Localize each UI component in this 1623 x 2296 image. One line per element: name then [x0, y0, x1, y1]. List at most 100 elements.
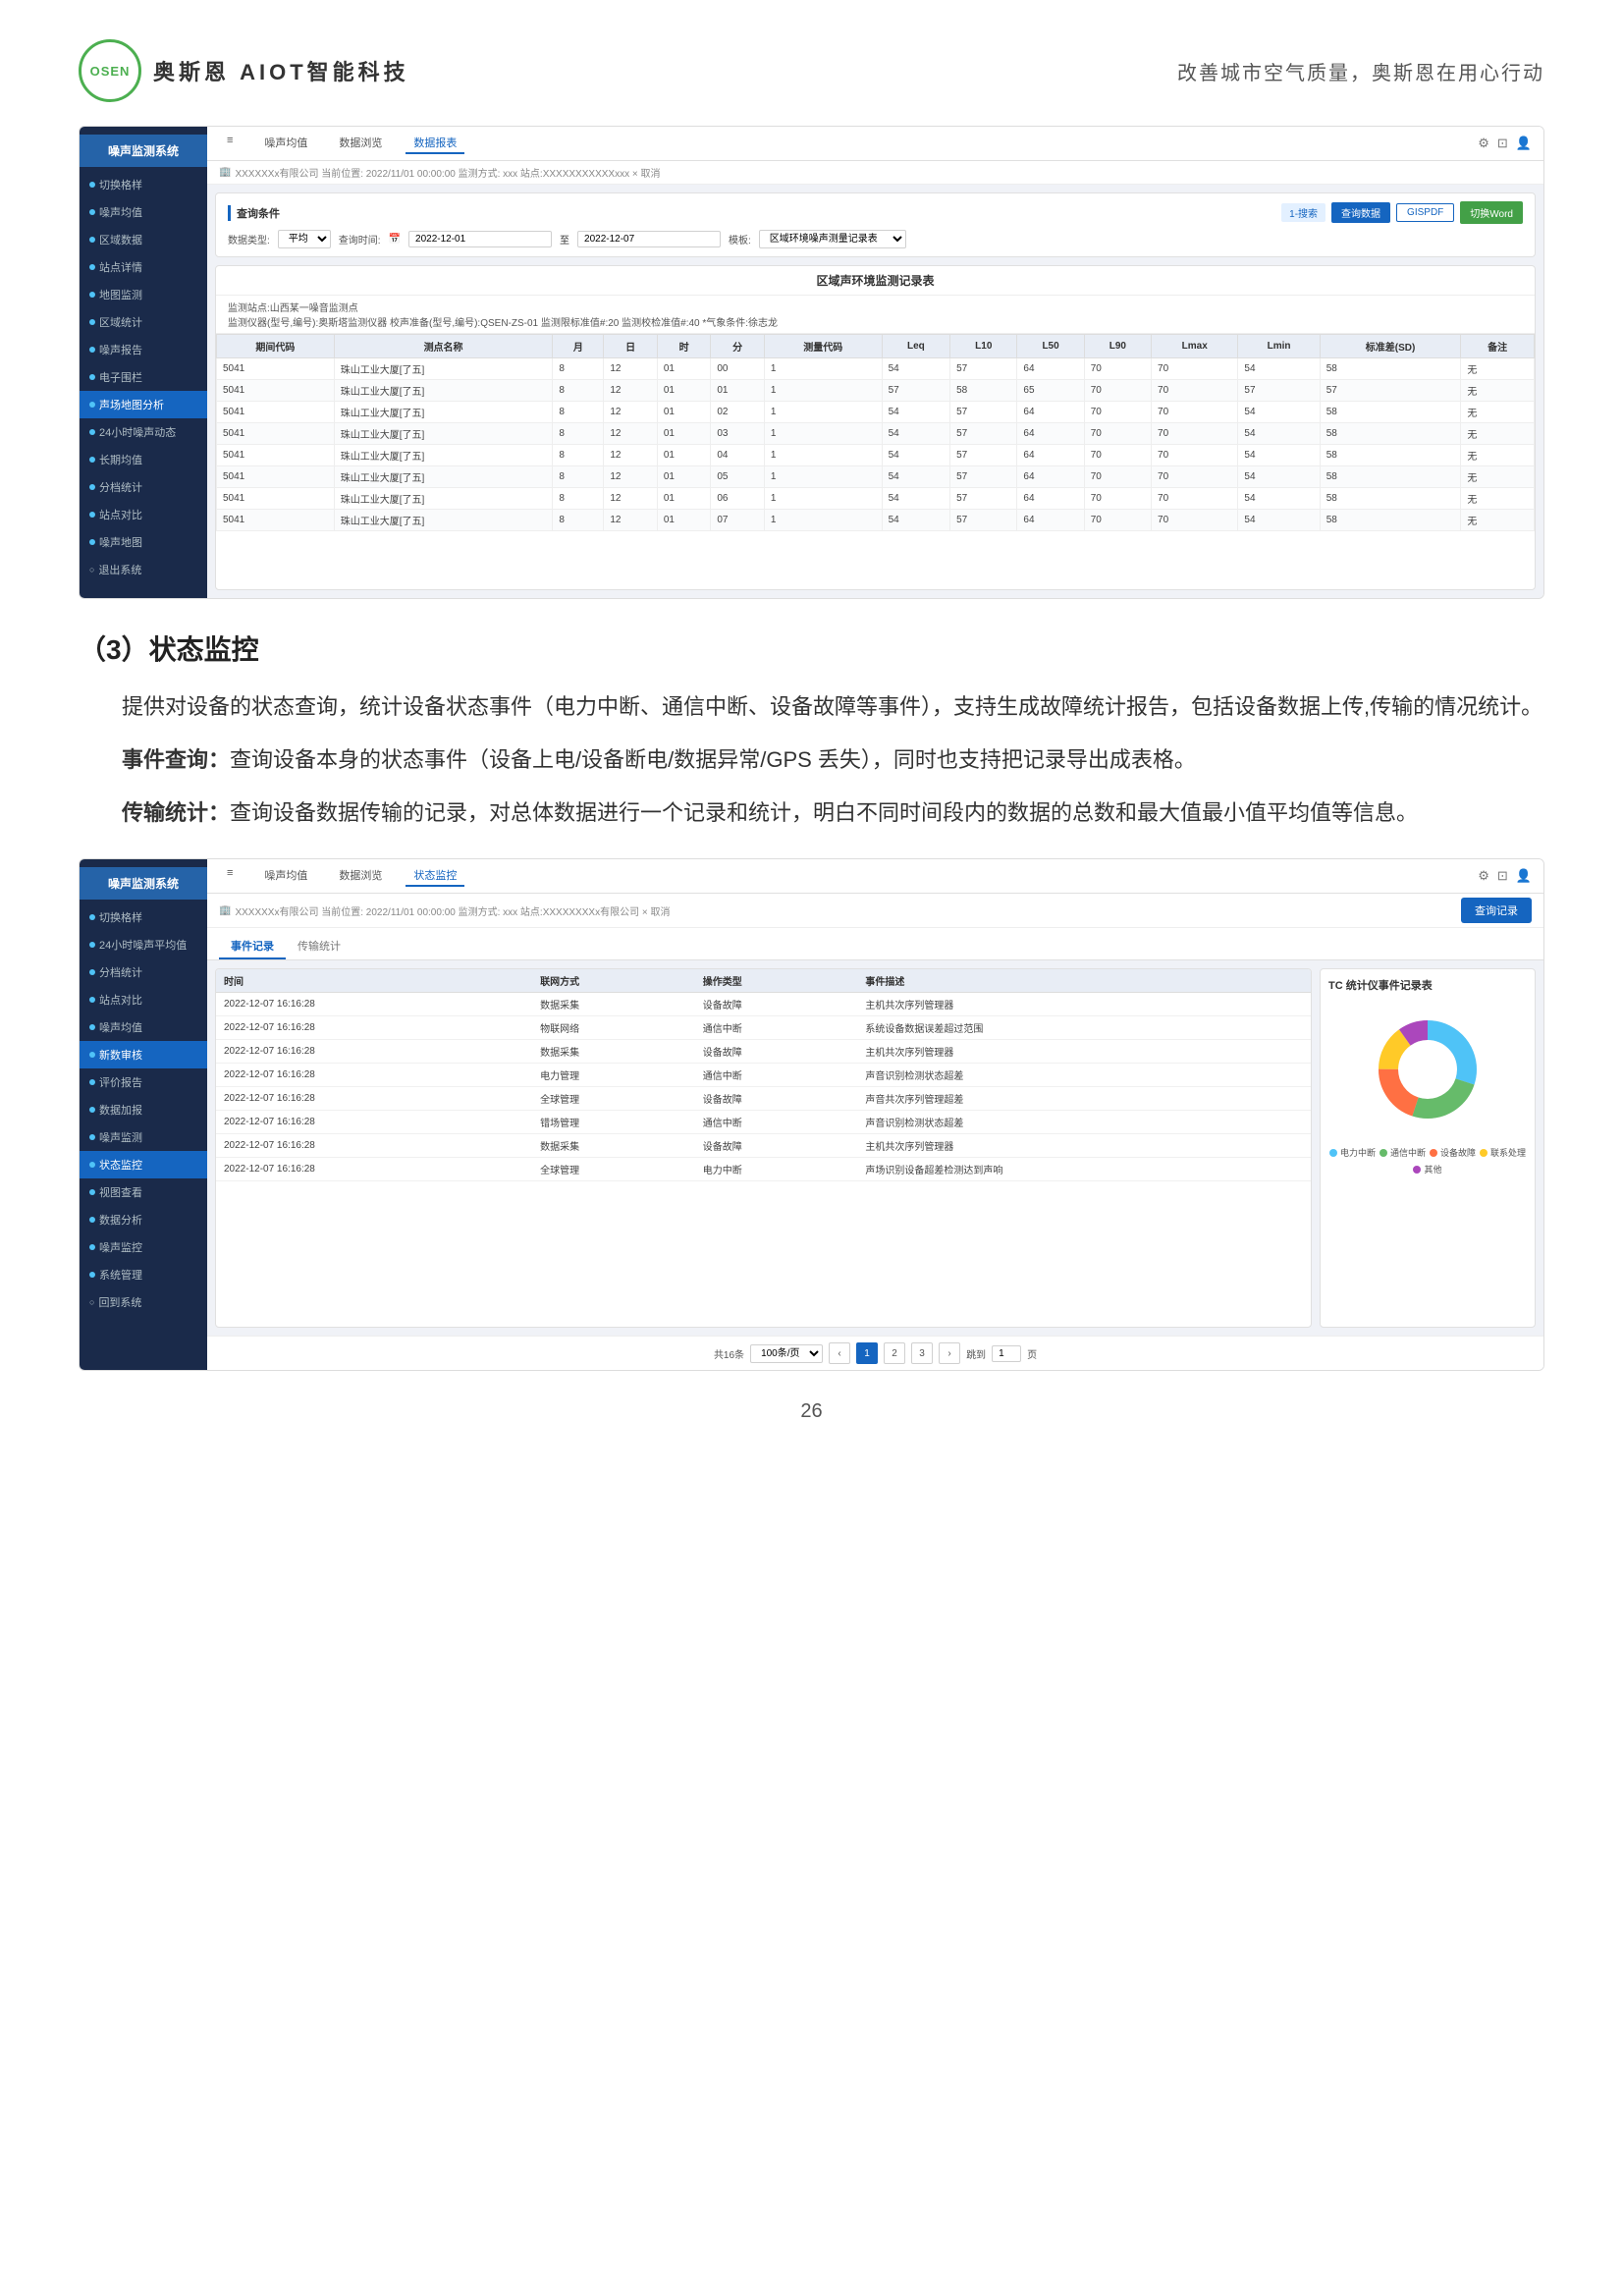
tab2-menu[interactable]: ≡: [219, 865, 241, 887]
sidebar2-item-7[interactable]: 数据加报: [80, 1096, 207, 1123]
table-cell: 57: [1320, 380, 1461, 402]
tab-data-browse[interactable]: 噪声均值: [256, 133, 315, 154]
sidebar2-item-11[interactable]: 数据分析: [80, 1206, 207, 1233]
table-cell: 57: [950, 358, 1017, 380]
event-table-cell: 物联网络: [532, 1016, 695, 1040]
sidebar-item-6[interactable]: 噪声报告: [80, 336, 207, 363]
sidebar-item-9[interactable]: 24小时噪声动态: [80, 418, 207, 446]
table-cell: 70: [1152, 510, 1238, 531]
tab-event-record[interactable]: 事件记录: [219, 934, 286, 959]
table1-header: 日: [604, 335, 658, 358]
per-page-select[interactable]: 100条/页: [750, 1344, 823, 1363]
sidebar2-item-12[interactable]: 噪声监控: [80, 1233, 207, 1261]
table-cell: 1: [764, 488, 882, 510]
expand-icon[interactable]: ⊡: [1497, 136, 1508, 151]
start-date-input[interactable]: [408, 231, 552, 247]
sidebar-item-3[interactable]: 站点详情: [80, 253, 207, 281]
search-button[interactable]: 查询数据: [1331, 202, 1390, 223]
data-table: 期间代码测点名称月日时分测量代码LeqL10L50L90LmaxLmin标准差(…: [216, 334, 1535, 531]
tab2-noise-avg[interactable]: 噪声均值: [256, 865, 315, 887]
sidebar2-item-3[interactable]: 站点对比: [80, 986, 207, 1013]
sidebar-item-11[interactable]: 分档统计: [80, 473, 207, 501]
sidebar2-item-1[interactable]: 24小时噪声平均值: [80, 931, 207, 958]
sidebar2-item-10[interactable]: 视图查看: [80, 1178, 207, 1206]
table-cell: 70: [1084, 358, 1151, 380]
legend-label: 电力中断: [1340, 1146, 1376, 1159]
page-1-btn[interactable]: 1: [856, 1342, 878, 1364]
screenshot-1: 噪声监测系统 切换格样 噪声均值 区域数据 站点详情 地图监测: [79, 126, 1544, 599]
end-date-input[interactable]: [577, 231, 721, 247]
tab-transfer-stats[interactable]: 传输统计: [286, 934, 352, 959]
legend-item: 联系处理: [1480, 1146, 1526, 1159]
table-cell: 珠山工业大厦[了五]: [334, 423, 553, 445]
sidebar-item-10[interactable]: 长期均值: [80, 446, 207, 473]
sidebar-item-2[interactable]: 区域数据: [80, 226, 207, 253]
sidebar-item-4[interactable]: 地图监测: [80, 281, 207, 308]
sidebar-dot-icon: [89, 1052, 95, 1058]
query-row: 数据类型: 平均 查询时间: 📅 至 模板: 区域环境噪声测量记录表: [228, 230, 1523, 248]
para-3-label: 传输统计：: [122, 800, 230, 825]
total-count: 共16条: [714, 1346, 744, 1361]
table-cell: 珠山工业大厦[了五]: [334, 402, 553, 423]
model-select[interactable]: 区域环境噪声测量记录表: [759, 230, 906, 248]
sidebar-item-1[interactable]: 噪声均值: [80, 198, 207, 226]
tab-data-list[interactable]: 数据浏览: [331, 133, 390, 154]
table-cell: 5041: [217, 358, 335, 380]
table-cell: 5041: [217, 510, 335, 531]
sidebar2-item-13[interactable]: 系统管理: [80, 1261, 207, 1288]
query-record-button[interactable]: 查询记录: [1461, 898, 1532, 923]
sidebar-item-5[interactable]: 区域统计: [80, 308, 207, 336]
topbar-icons: ⚙ ⊡ 👤: [1478, 136, 1532, 151]
export-pdf-button[interactable]: GISPDF: [1396, 203, 1454, 222]
table-cell: 57: [950, 402, 1017, 423]
sidebar2-item-14[interactable]: ○ 回到系统: [80, 1288, 207, 1316]
tab2-data-browse[interactable]: 数据浏览: [331, 865, 390, 887]
sidebar2-item-6[interactable]: 评价报告: [80, 1068, 207, 1096]
page-goto-input[interactable]: [992, 1345, 1021, 1362]
table-cell: 58: [1320, 423, 1461, 445]
table-cell: 12: [604, 466, 658, 488]
page-2-btn[interactable]: 2: [884, 1342, 905, 1364]
user-icon[interactable]: 👤: [1516, 136, 1532, 151]
event-table-cell: 通信中断: [695, 1016, 858, 1040]
tab-noise-avg[interactable]: ≡: [219, 133, 241, 154]
sidebar-dot-icon: [89, 539, 95, 545]
sidebar2-item-4[interactable]: 噪声均值: [80, 1013, 207, 1041]
data-type-select[interactable]: 平均: [278, 230, 331, 248]
table-cell: 12: [604, 380, 658, 402]
user-icon-2[interactable]: 👤: [1516, 868, 1532, 884]
sidebar2-item-0[interactable]: 切换格样: [80, 903, 207, 931]
sidebar-item-12[interactable]: 站点对比: [80, 501, 207, 528]
sidebar2-item-9[interactable]: 状态监控: [80, 1151, 207, 1178]
table-cell: 5041: [217, 402, 335, 423]
page-3-btn[interactable]: 3: [911, 1342, 933, 1364]
settings-icon-2[interactable]: ⚙: [1478, 868, 1489, 884]
sidebar-item-0[interactable]: 切换格样: [80, 171, 207, 198]
event-table-row: 2022-12-07 16:16:28错场管理通信中断声音识别检测状态超差: [216, 1111, 1311, 1134]
sidebar2-item-8[interactable]: 噪声监测: [80, 1123, 207, 1151]
prev-page-btn[interactable]: ‹: [829, 1342, 850, 1364]
table-cell: 58: [1320, 402, 1461, 423]
export-word-button[interactable]: 切换Word: [1460, 201, 1523, 224]
sidebar-item-7[interactable]: 电子围栏: [80, 363, 207, 391]
table-cell: 64: [1017, 488, 1084, 510]
table-cell: 54: [882, 488, 950, 510]
settings-icon[interactable]: ⚙: [1478, 136, 1489, 151]
event-table-cell: 电力管理: [532, 1064, 695, 1087]
sidebar2-item-5[interactable]: 新数审核: [80, 1041, 207, 1068]
sidebar-item-8[interactable]: 声场地图分析: [80, 391, 207, 418]
table-row: 5041珠山工业大厦[了五]8120103154576470705458无: [217, 423, 1535, 445]
expand-icon-2[interactable]: ⊡: [1497, 868, 1508, 884]
sidebar-dot-icon: [89, 347, 95, 353]
next-page-btn[interactable]: ›: [939, 1342, 960, 1364]
sidebar2-item-2[interactable]: 分档统计: [80, 958, 207, 986]
sidebar-item-13[interactable]: 噪声地图: [80, 528, 207, 556]
tab2-status[interactable]: 状态监控: [406, 865, 464, 887]
sidebar-item-14[interactable]: ○ 退出系统: [80, 556, 207, 583]
table-row: 5041珠山工业大厦[了五]8120107154576470705458无: [217, 510, 1535, 531]
sidebar-logo-2: 噪声监测系统: [80, 867, 207, 900]
sidebar-dot-icon: [89, 1272, 95, 1278]
tab-data-report[interactable]: 数据报表: [406, 133, 464, 154]
sidebar-dot-icon: [89, 942, 95, 948]
table-cell: 70: [1084, 445, 1151, 466]
